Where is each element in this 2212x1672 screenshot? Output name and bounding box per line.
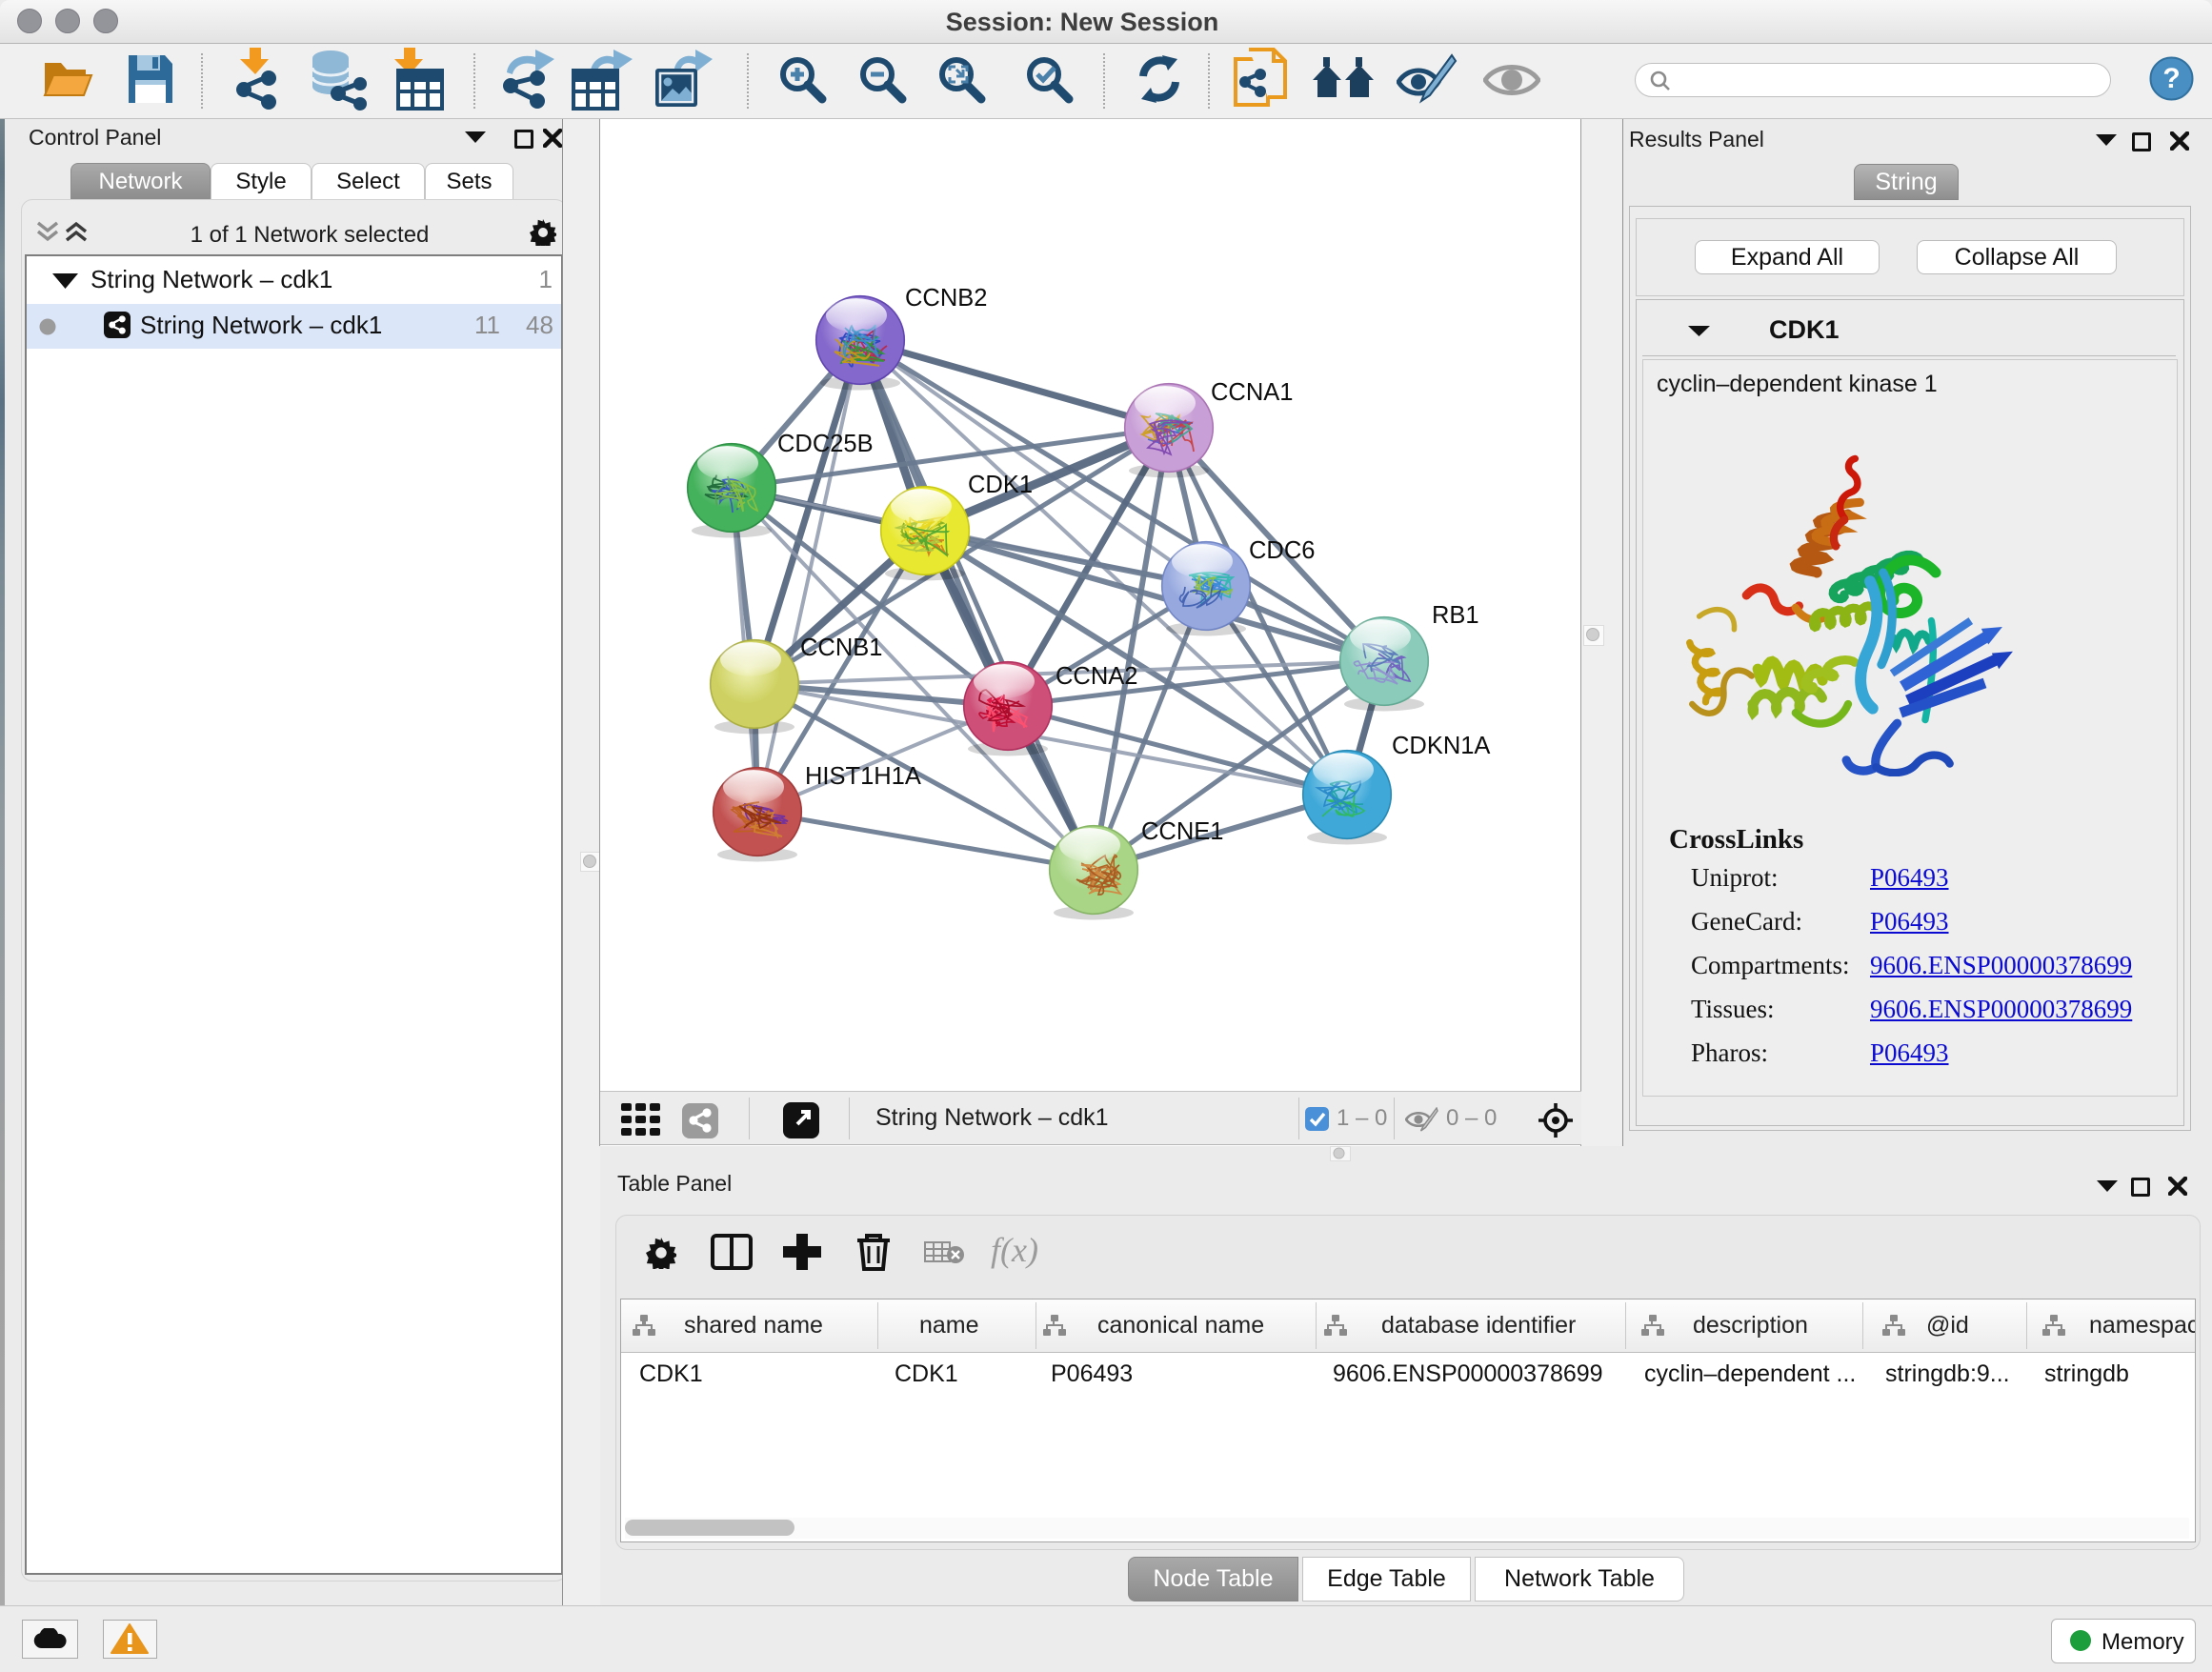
svg-text:HIST1H1A: HIST1H1A <box>805 763 921 790</box>
svg-text:CDC25B: CDC25B <box>777 431 874 457</box>
svg-text:?: ? <box>2162 63 2180 94</box>
svg-text:CDKN1A: CDKN1A <box>1392 733 1490 759</box>
svg-text:CDC6: CDC6 <box>1249 537 1315 564</box>
svg-text:CCNE1: CCNE1 <box>1141 818 1223 845</box>
svg-text:CCNA1: CCNA1 <box>1211 379 1293 406</box>
svg-text:CDK1: CDK1 <box>968 472 1033 498</box>
svg-text:CCNA2: CCNA2 <box>1056 663 1137 690</box>
svg-text:RB1: RB1 <box>1432 602 1479 629</box>
svg-text:CCNB1: CCNB1 <box>800 635 882 661</box>
svg-text:CCNB2: CCNB2 <box>905 285 987 312</box>
